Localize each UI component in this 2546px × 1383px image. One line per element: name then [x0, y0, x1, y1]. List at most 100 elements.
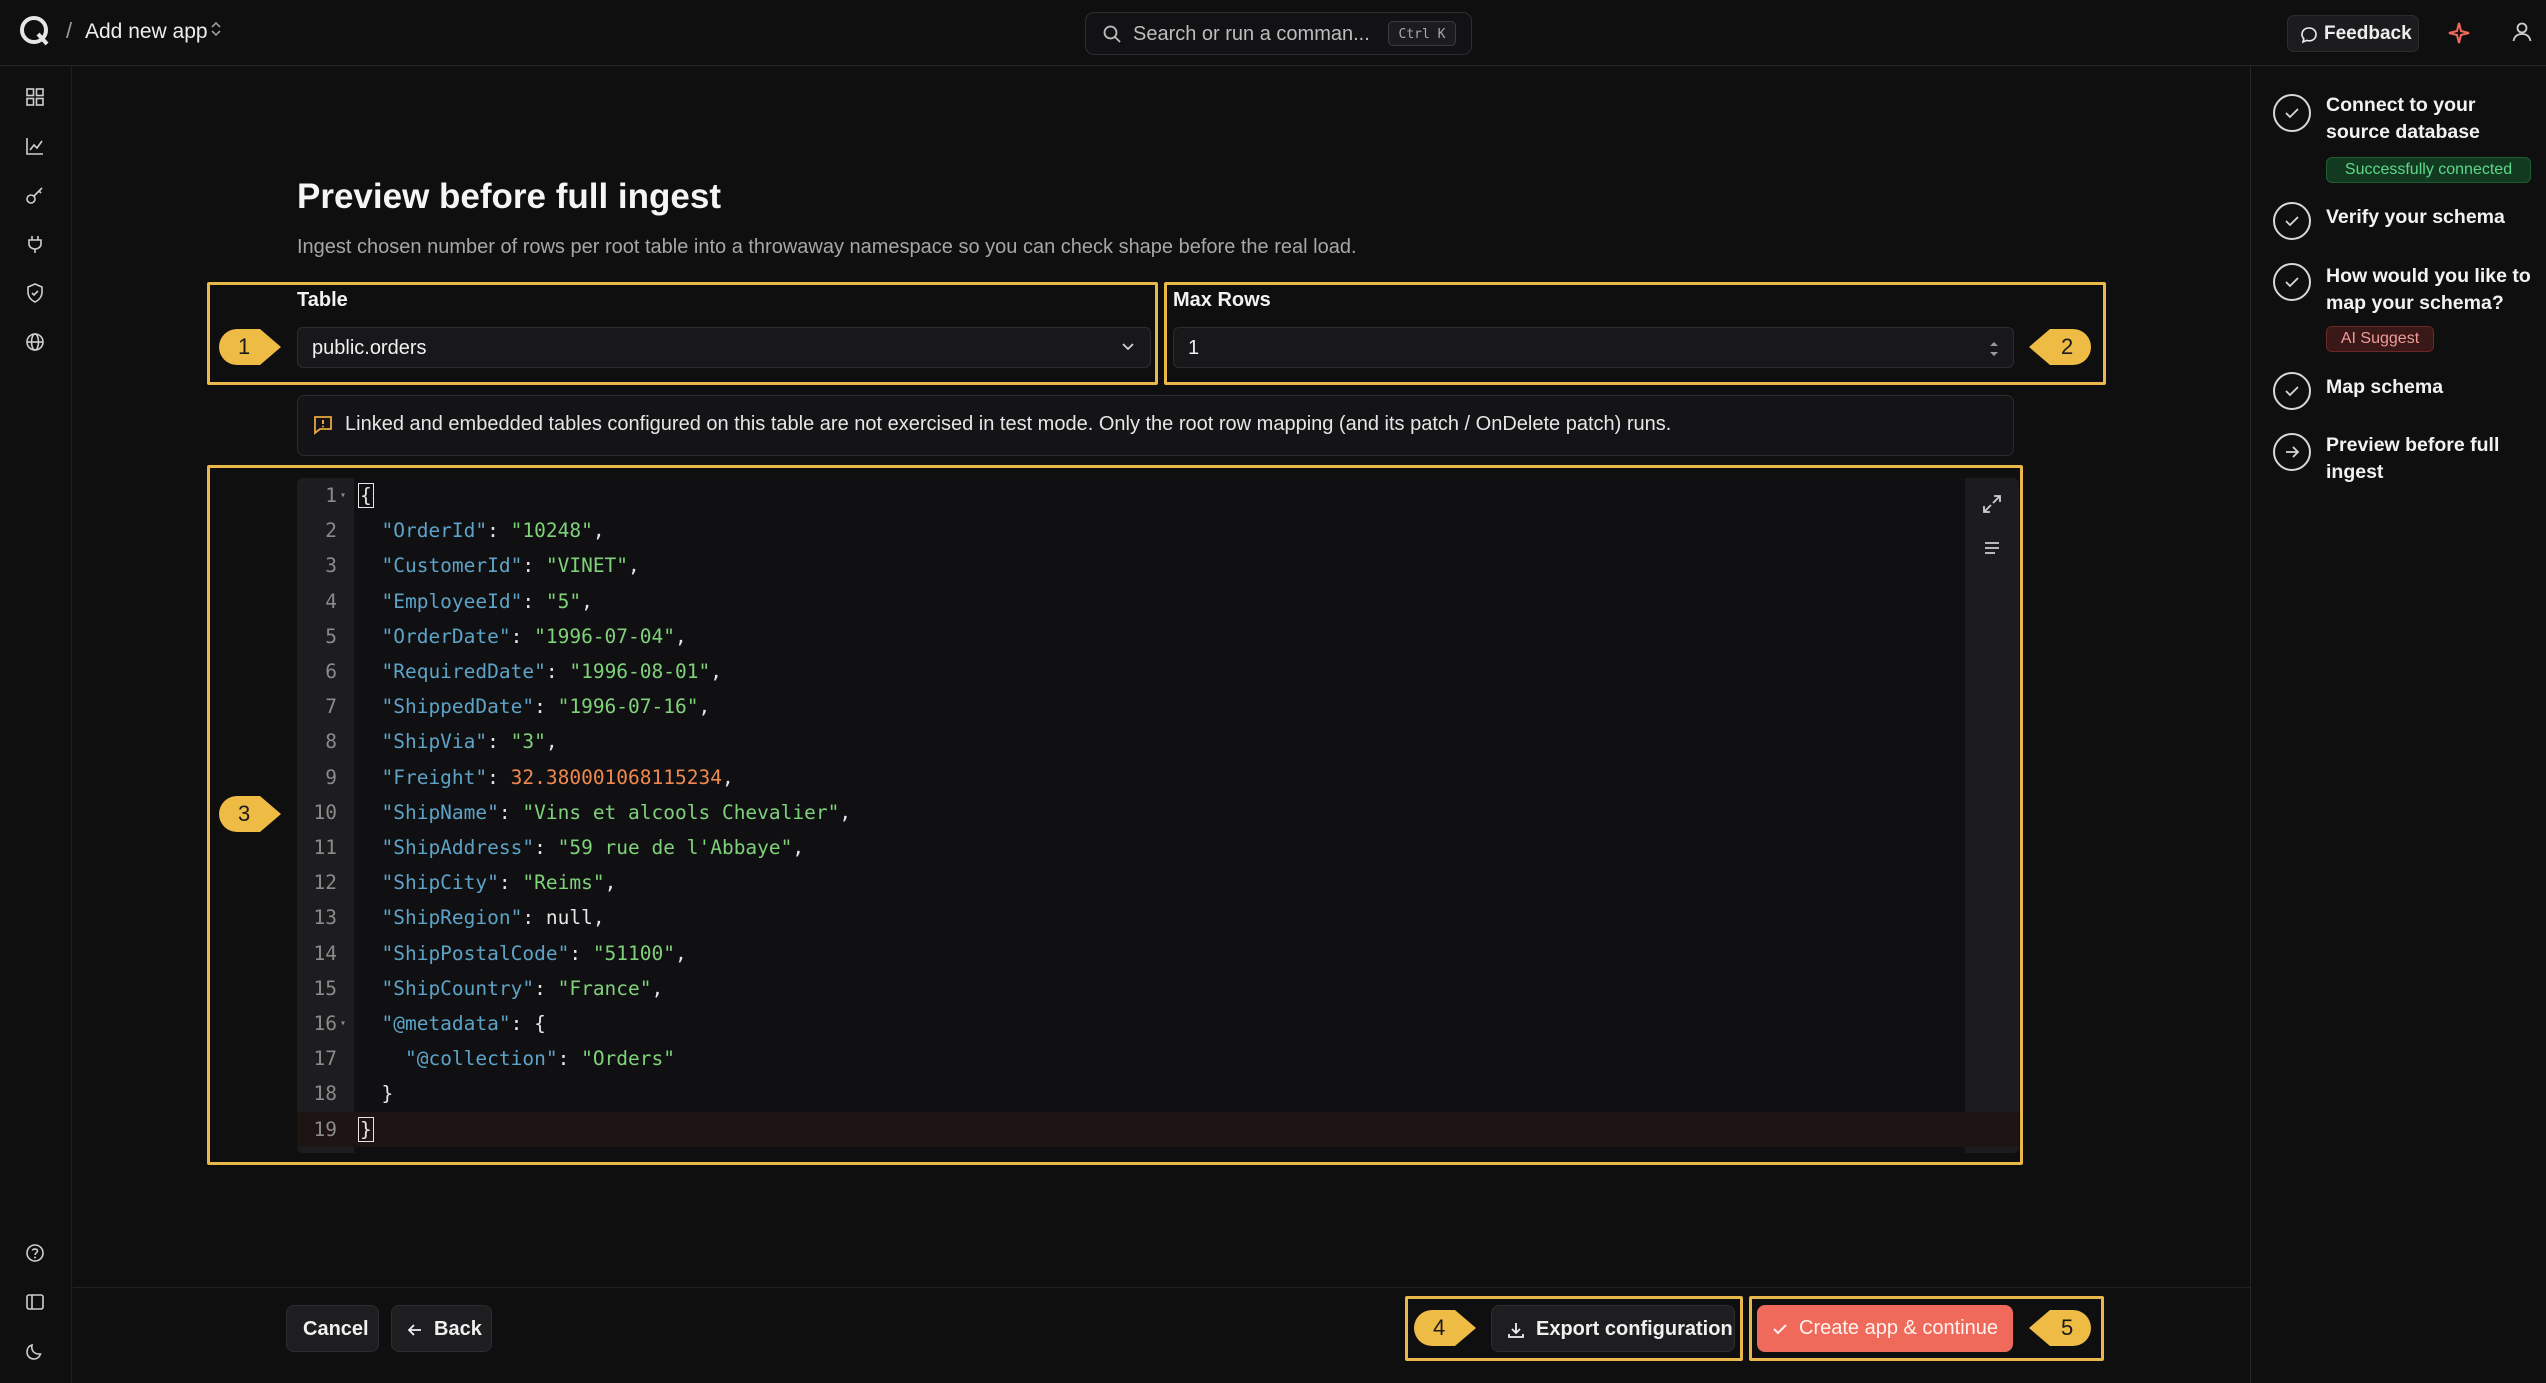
breadcrumb-separator: / — [66, 18, 73, 43]
line-number: 8 — [325, 730, 337, 754]
command-search[interactable]: Search or run a comman... Ctrl K — [1085, 12, 1472, 55]
code-text: } — [358, 1076, 393, 1111]
code-line: 16 ▾ "@metadata": { — [297, 1006, 2019, 1041]
fold-toggle-icon[interactable]: ▾ — [340, 478, 346, 513]
chart-icon[interactable] — [24, 135, 48, 159]
json-key: "ShipRegion" — [381, 906, 523, 930]
step-4-check-icon — [2273, 372, 2311, 410]
step-2-label[interactable]: Verify your schema — [2326, 204, 2526, 231]
code-line: 10 "ShipName": "Vins et alcools Chevalie… — [297, 795, 2019, 830]
user-icon[interactable] — [2510, 20, 2534, 44]
json-comma: , — [675, 941, 687, 965]
json-key: "@collection" — [404, 1047, 558, 1071]
code-line: 17 "@collection": "Orders" — [297, 1041, 2019, 1076]
annotation-badge-4: 4 — [1413, 1309, 1477, 1347]
top-bar: / Add new app Search or run a comman... … — [0, 0, 2546, 66]
moon-icon[interactable] — [24, 1340, 48, 1364]
code-text: { — [358, 478, 374, 513]
alert-message-icon — [314, 416, 332, 435]
stepper-icon[interactable] — [1987, 338, 2001, 360]
feedback-label: Feedback — [2324, 23, 2412, 44]
step-3-label[interactable]: How would you like to map your schema? — [2326, 263, 2536, 317]
create-label: Create app & continue — [1799, 1317, 1999, 1339]
shortcut-badge: Ctrl K — [1388, 21, 1456, 46]
annotation-badge-5: 5 — [2028, 1309, 2092, 1347]
notice-text: Linked and embedded tables configured on… — [345, 413, 1672, 435]
feedback-button[interactable]: Feedback — [2287, 15, 2419, 52]
line-number: 11 — [313, 836, 337, 859]
line-number: 5 — [325, 624, 337, 648]
code-line: 7 "ShippedDate": "1996-07-16", — [297, 689, 2019, 724]
code-text: "ShipPostalCode": "51100", — [381, 941, 687, 965]
code-text: "@collection": "Orders" — [404, 1047, 675, 1071]
shield-icon[interactable] — [24, 282, 48, 306]
code-text: "ShipCountry": "France", — [381, 976, 664, 1000]
line-number: 15 — [313, 976, 337, 1000]
code-text: "ShipName": "Vins et alcools Chevalier", — [381, 800, 852, 824]
step-4-label[interactable]: Map schema — [2326, 374, 2526, 401]
code-lines: 1 ▾{2 "OrderId": "10248", 3 "CustomerId": … — [297, 478, 2019, 1153]
code-text: "OrderDate": "1996-07-04", — [381, 624, 687, 648]
json-key: "Freight" — [381, 765, 488, 789]
annotation-badge-3: 3 — [218, 795, 282, 833]
back-label: Back — [434, 1318, 482, 1340]
create-app-continue-button[interactable]: Create app & continue — [1757, 1305, 2013, 1352]
json-editor[interactable]: 1 ▾{2 "OrderId": "10248", 3 "CustomerId": … — [297, 478, 2019, 1153]
json-comma: , — [675, 624, 687, 648]
annotation-badge-1: 1 — [218, 328, 282, 366]
export-configuration-button[interactable]: Export configuration — [1491, 1305, 1735, 1352]
max-rows-input[interactable]: 1 — [1173, 327, 2014, 368]
fold-toggle-icon[interactable]: ▾ — [340, 1006, 346, 1041]
annotation-badge-2: 2 — [2028, 328, 2092, 366]
chevron-down-icon — [1122, 343, 1134, 351]
json-key: "ShipCity" — [381, 871, 499, 895]
footer-divider — [73, 1287, 2250, 1288]
back-button[interactable]: Back — [391, 1305, 492, 1352]
line-number: 2 — [325, 519, 337, 543]
ai-sparkle-icon[interactable] — [2446, 20, 2472, 46]
json-value: "5" — [545, 589, 582, 613]
panel-toggle-icon[interactable] — [24, 1291, 48, 1315]
line-number: 19 — [313, 1117, 337, 1141]
line-number: 6 — [325, 660, 337, 683]
cancel-button[interactable]: Cancel — [286, 1305, 379, 1352]
json-comma: , — [839, 800, 852, 824]
help-icon[interactable] — [24, 1242, 48, 1266]
app-logo-icon[interactable] — [18, 14, 52, 48]
code-line: 18 } — [297, 1076, 2019, 1111]
globe-icon[interactable] — [24, 331, 48, 355]
code-line: 5 "OrderDate": "1996-07-04", — [297, 619, 2019, 654]
step-5-arrow-right-icon — [2273, 433, 2311, 471]
message-icon — [2301, 27, 2317, 44]
caret: } — [358, 1116, 374, 1142]
json-comma: , — [604, 871, 617, 895]
table-select[interactable]: public.orders — [297, 327, 1151, 368]
breadcrumb-title[interactable]: Add new app — [85, 20, 208, 44]
json-comma: , — [628, 554, 640, 578]
plug-icon[interactable] — [24, 233, 48, 257]
step-3-check-icon — [2273, 263, 2311, 301]
key-icon[interactable] — [24, 184, 48, 208]
setup-steps-panel: Connect to your source database Successf… — [2250, 66, 2546, 1383]
code-text: "ShippedDate": "1996-07-16", — [381, 695, 711, 719]
line-number: 7 — [325, 695, 337, 719]
line-number: 4 — [325, 589, 337, 613]
chevron-up-down-icon[interactable] — [210, 20, 222, 43]
code-text: "ShipAddress": "59 rue de l'Abbaye", — [381, 836, 805, 859]
code-text: "CustomerId": "VINET", — [381, 554, 640, 578]
json-key: "ShipVia" — [381, 730, 488, 754]
json-value: "3" — [510, 730, 546, 754]
dashboard-icon[interactable] — [24, 86, 48, 110]
step-3-ai-badge: AI Suggest — [2326, 326, 2434, 352]
step-5-label[interactable]: Preview before full ingest — [2326, 432, 2526, 486]
line-number: 3 — [325, 554, 337, 578]
json-value: "VINET" — [545, 554, 629, 578]
code-text: "EmployeeId": "5", — [381, 589, 593, 613]
json-value: "51100" — [592, 941, 675, 965]
json-comma: , — [592, 519, 605, 543]
json-value: "1996-08-01" — [569, 660, 711, 683]
download-icon — [1508, 1323, 1524, 1338]
json-value: "10248" — [510, 519, 593, 543]
step-1-label[interactable]: Connect to your source database — [2326, 92, 2526, 146]
test-mode-notice: Linked and embedded tables configured on… — [297, 395, 2014, 456]
